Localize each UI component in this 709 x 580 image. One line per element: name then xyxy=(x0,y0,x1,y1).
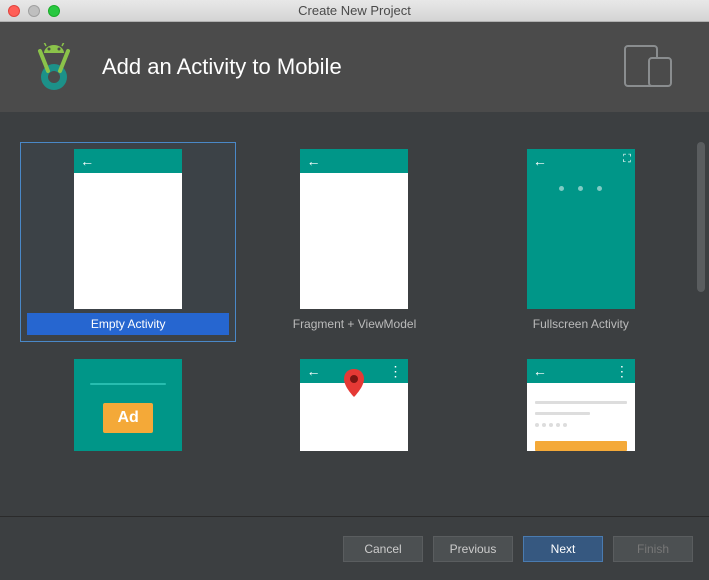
template-fullscreen-activity[interactable]: ← ⛶ Fullscreen Activity xyxy=(473,142,689,342)
finish-button[interactable]: Finish xyxy=(613,536,693,562)
template-thumbnail: ← ⋮ xyxy=(300,359,408,451)
template-admob-activity[interactable]: Ad Google AdMob Ads Activity xyxy=(20,352,236,458)
back-arrow-icon: ← xyxy=(533,363,547,379)
template-thumbnail: ← xyxy=(300,149,408,309)
scrollbar[interactable] xyxy=(697,142,705,482)
devices-icon xyxy=(623,44,679,88)
template-thumbnail: ← ⋮ xyxy=(527,359,635,451)
template-thumbnail: Ad xyxy=(74,359,182,451)
previous-button[interactable]: Previous xyxy=(433,536,513,562)
template-label: Empty Activity xyxy=(27,313,229,335)
window-title: Create New Project xyxy=(0,3,709,18)
titlebar: Create New Project xyxy=(0,0,709,22)
template-gallery: ← Empty Activity ← Fragment + ViewModel … xyxy=(0,112,709,516)
wizard-title: Add an Activity to Mobile xyxy=(102,54,342,80)
template-empty-activity[interactable]: ← Empty Activity xyxy=(20,142,236,342)
overflow-menu-icon: ⋮ xyxy=(615,364,629,378)
template-maps-activity[interactable]: ← ⋮ Google Maps Activity xyxy=(246,352,462,458)
ad-icon: Ad xyxy=(103,403,152,433)
cancel-button[interactable]: Cancel xyxy=(343,536,423,562)
back-arrow-icon: ← xyxy=(306,153,320,169)
template-thumbnail: ← xyxy=(74,149,182,309)
overflow-menu-icon: ⋮ xyxy=(388,364,402,378)
back-arrow-icon: ← xyxy=(306,363,320,379)
template-thumbnail: ← ⛶ xyxy=(527,149,635,309)
wizard-footer: Cancel Previous Next Finish xyxy=(0,516,709,580)
next-button[interactable]: Next xyxy=(523,536,603,562)
template-label: Fragment + ViewModel xyxy=(253,313,455,335)
template-fragment-viewmodel[interactable]: ← Fragment + ViewModel xyxy=(246,142,462,342)
fullscreen-icon: ⛶ xyxy=(623,153,631,166)
template-login-activity[interactable]: ← ⋮ Login Activity xyxy=(473,352,689,458)
map-pin-icon xyxy=(344,369,364,397)
back-arrow-icon: ← xyxy=(533,153,547,169)
wizard-header: Add an Activity to Mobile xyxy=(0,22,709,112)
back-arrow-icon: ← xyxy=(80,153,94,169)
android-studio-logo-icon xyxy=(30,43,78,91)
template-label: Fullscreen Activity xyxy=(480,313,682,335)
